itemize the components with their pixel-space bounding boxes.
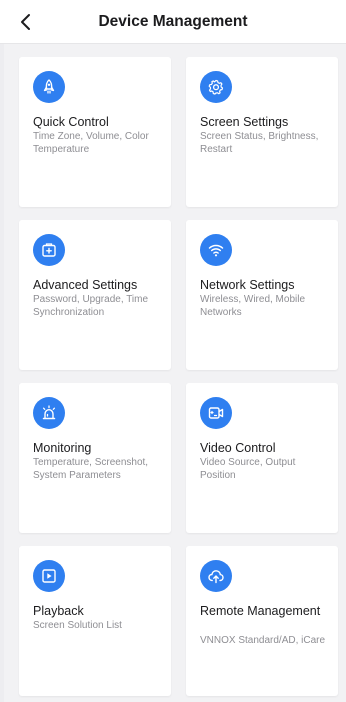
card-description: Video Source, Output Position <box>200 457 296 481</box>
card-description: Screen Status, Brightness, Restart <box>200 131 319 155</box>
card-quick-control[interactable]: Quick Control Time Zone, Volume, Color T… <box>19 57 171 207</box>
card-description: VNNOX Standard/AD, iCare <box>200 635 326 646</box>
card-title: Video Control <box>200 441 276 455</box>
card-screen-settings[interactable]: Screen Settings Screen Status, Brightnes… <box>186 57 338 207</box>
rocket-icon <box>33 71 65 103</box>
cloud-upload-icon <box>200 560 232 592</box>
left-edge-divider <box>0 44 4 702</box>
card-title: Quick Control <box>33 115 109 129</box>
card-description: Password, Upgrade, Time Synchronization <box>33 294 149 318</box>
card-title: Screen Settings <box>200 115 289 129</box>
alarm-light-icon <box>33 397 65 429</box>
gear-icon <box>200 71 232 103</box>
card-network-settings[interactable]: Network Settings Wireless, Wired, Mobile… <box>186 220 338 370</box>
card-description: Wireless, Wired, Mobile Networks <box>200 294 306 318</box>
card-playback[interactable]: Playback Screen Solution List <box>19 546 171 696</box>
card-description: Time Zone, Volume, Color Temperature <box>33 131 149 155</box>
toolbox-icon <box>33 234 65 266</box>
card-title: Network Settings <box>200 278 295 292</box>
wifi-icon <box>200 234 232 266</box>
page-title: Device Management <box>98 13 248 30</box>
card-advanced-settings[interactable]: Advanced Settings Password, Upgrade, Tim… <box>19 220 171 370</box>
card-title: Playback <box>33 604 84 618</box>
card-title: Advanced Settings <box>33 278 138 292</box>
play-icon <box>33 560 65 592</box>
video-source-icon <box>200 397 232 429</box>
card-video-control[interactable]: Video Control Video Source, Output Posit… <box>186 383 338 533</box>
header-bar: Device Management <box>0 0 346 44</box>
card-title: Remote Management <box>200 604 321 618</box>
card-remote-management[interactable]: Remote Management VNNOX Standard/AD, iCa… <box>186 546 338 696</box>
card-description: Screen Solution List <box>33 620 122 631</box>
card-monitoring[interactable]: Monitoring Temperature, Screenshot, Syst… <box>19 383 171 533</box>
card-description: Temperature, Screenshot, System Paramete… <box>33 457 149 481</box>
card-title: Monitoring <box>33 441 92 455</box>
